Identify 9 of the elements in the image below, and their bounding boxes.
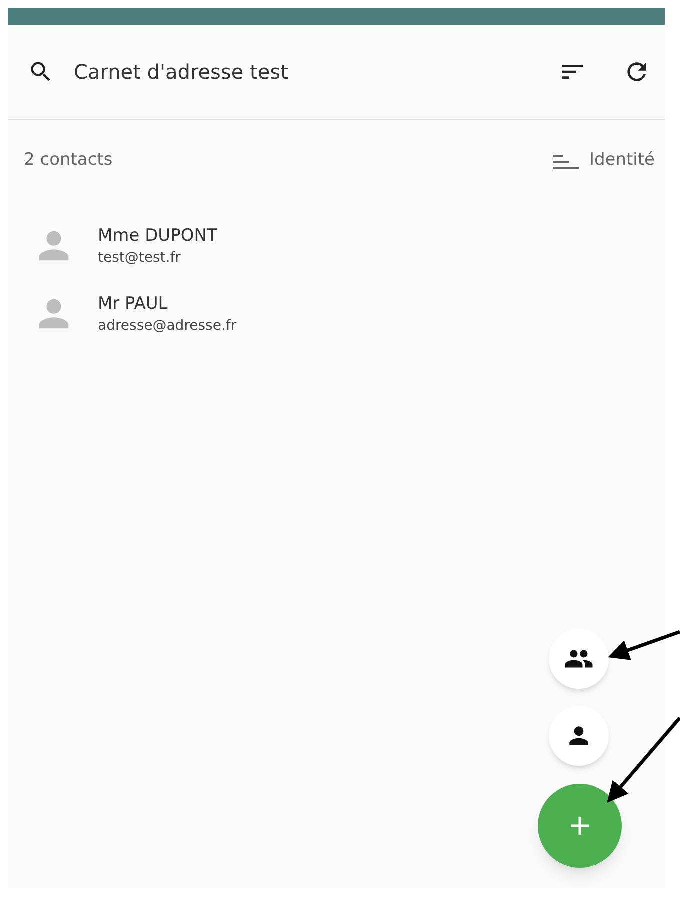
contact-email: adresse@adresse.fr [98, 316, 237, 336]
plus-icon [568, 814, 592, 838]
contact-name[interactable]: Mme DUPONT [98, 224, 218, 248]
annotation-arrow [608, 630, 680, 660]
search-field[interactable]: Carnet d'adresse test [74, 57, 559, 87]
contact-name[interactable]: Mr PAUL [98, 292, 237, 316]
contact-count: 2 contacts [24, 149, 113, 172]
sort-label[interactable]: Identité [589, 148, 655, 174]
contact-email: test@test.fr [98, 248, 182, 268]
